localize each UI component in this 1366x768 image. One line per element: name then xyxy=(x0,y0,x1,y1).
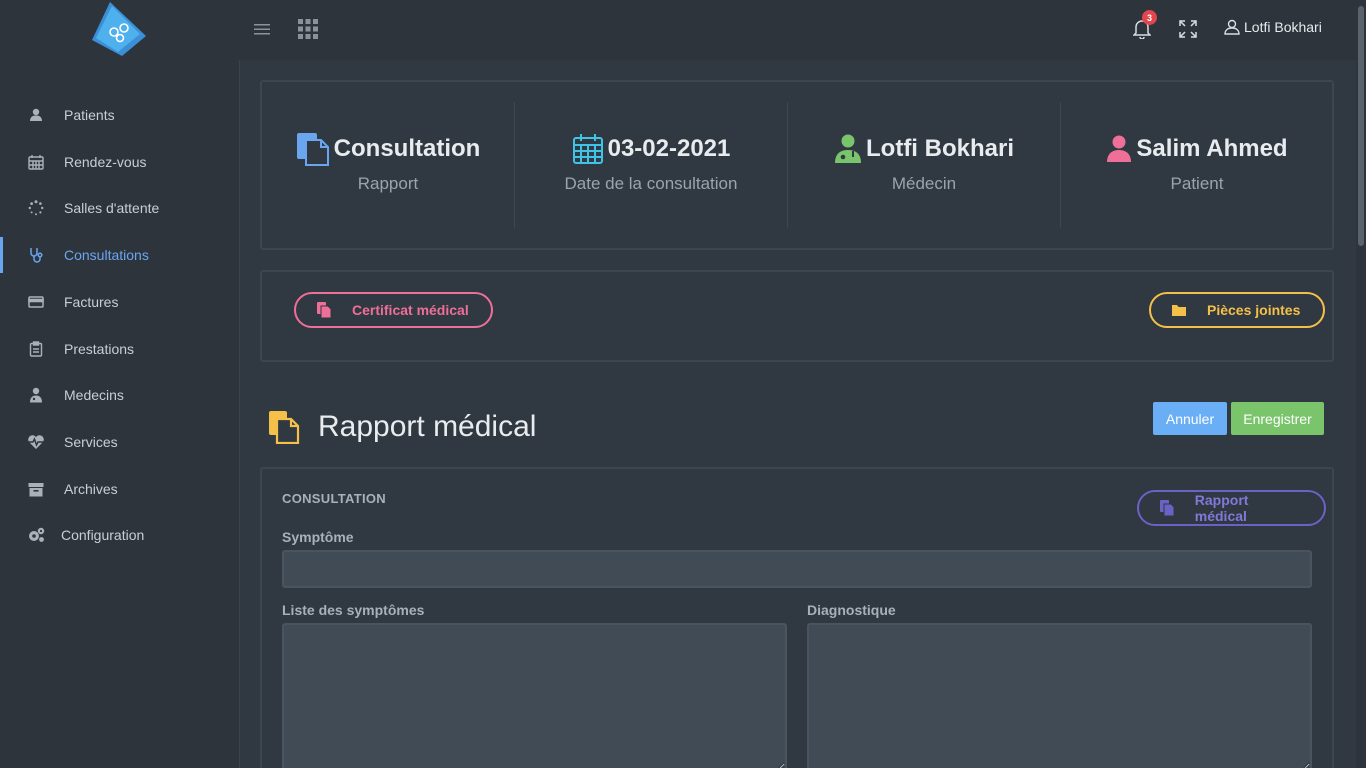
notification-count-badge: 3 xyxy=(1142,10,1157,25)
divider xyxy=(1332,102,1333,228)
sidebar-item-factures[interactable]: Factures xyxy=(0,284,239,320)
file-copy-icon xyxy=(296,133,329,166)
attachments-label: Pièces jointes xyxy=(1207,302,1301,318)
sidebar-item-label: Salles d'attente xyxy=(64,200,160,216)
notifications-bell-icon[interactable]: 3 xyxy=(1127,10,1157,44)
sidebar: Patients Rendez-vous Salles d'attente Co… xyxy=(0,60,240,768)
page-title: Rapport médical xyxy=(268,410,536,444)
medical-certificate-label: Certificat médical xyxy=(352,302,469,318)
cancel-button[interactable]: Annuler xyxy=(1153,402,1227,435)
doctor-name-value: Lotfi Bokhari xyxy=(866,135,1014,162)
form-section-title: CONSULTATION xyxy=(282,491,386,506)
consultation-date-value: 03-02-2021 xyxy=(607,135,731,162)
folder-icon xyxy=(1151,294,1207,326)
summary-date: 03-02-2021 Date de la consultation xyxy=(515,102,787,228)
consultation-date-label: Date de la consultation xyxy=(564,174,738,193)
file-copy-icon xyxy=(269,411,300,444)
consultation-summary-card: Consultation Rapport 03-02-2021 Date de … xyxy=(260,80,1334,250)
consultation-form: CONSULTATION Rapport médical Symptôme Li… xyxy=(260,467,1334,768)
calendar-icon xyxy=(572,134,603,164)
sidebar-item-label: Rendez-vous xyxy=(64,154,147,170)
doctor-label: Médecin xyxy=(891,174,957,193)
sidebar-item-rendez-vous[interactable]: Rendez-vous xyxy=(0,144,239,180)
symptom-list-label: Liste des symptômes xyxy=(282,602,425,618)
fullscreen-icon[interactable] xyxy=(1173,14,1203,44)
sidebar-item-services[interactable]: Services xyxy=(0,424,239,460)
heartbeat-icon xyxy=(26,432,46,452)
cogs-icon xyxy=(26,525,46,545)
sidebar-item-medecins[interactable]: Medecins xyxy=(0,377,239,413)
sidebar-item-label: Consultations xyxy=(64,247,149,263)
symptom-input[interactable] xyxy=(282,550,1312,588)
patient-name-value: Salim Ahmed xyxy=(1136,135,1288,162)
page-title-text: Rapport médical xyxy=(318,410,537,443)
credit-card-icon xyxy=(26,292,46,312)
user-menu[interactable]: Lotfi Bokhari xyxy=(1224,19,1322,35)
spinner-icon xyxy=(26,198,46,218)
medical-report-button[interactable]: Rapport médical xyxy=(1137,490,1326,526)
archive-icon xyxy=(26,479,46,499)
top-bar: 3 Lotfi Bokhari xyxy=(0,0,1366,60)
sidebar-item-label: Medecins xyxy=(64,387,124,403)
sidebar-item-patients[interactable]: Patients xyxy=(0,97,239,133)
patient-label: Patient xyxy=(1170,174,1224,193)
sidebar-item-label: Services xyxy=(64,434,118,450)
report-type-value: Consultation xyxy=(333,135,481,162)
file-copy-icon xyxy=(1139,492,1195,524)
symptom-list-textarea[interactable] xyxy=(282,623,787,768)
summary-patient: Salim Ahmed Patient xyxy=(1061,102,1333,228)
report-type-label: Rapport xyxy=(357,174,419,193)
file-copy-icon xyxy=(296,294,352,326)
user-name: Lotfi Bokhari xyxy=(1244,19,1322,35)
sidebar-item-prestations[interactable]: Prestations xyxy=(0,331,239,367)
sidebar-item-configuration[interactable]: Configuration xyxy=(0,517,239,553)
calendar-icon xyxy=(26,152,46,172)
sidebar-item-label: Factures xyxy=(64,294,119,310)
scrollbar[interactable] xyxy=(1356,0,1366,768)
user-icon xyxy=(1224,19,1240,35)
sidebar-item-salles-attente[interactable]: Salles d'attente xyxy=(0,190,239,226)
doctor-icon xyxy=(835,134,861,163)
doctor-icon xyxy=(26,385,46,405)
medical-certificate-button[interactable]: Certificat médical xyxy=(294,292,493,328)
user-icon xyxy=(1107,135,1132,162)
summary-doctor: Lotfi Bokhari Médecin xyxy=(788,102,1060,228)
scrollbar-thumb[interactable] xyxy=(1358,6,1364,246)
diagnosis-label: Diagnostique xyxy=(807,602,896,618)
user-icon xyxy=(26,105,46,125)
medical-report-label: Rapport médical xyxy=(1194,492,1249,524)
summary-report: Consultation Rapport xyxy=(262,102,514,228)
stethoscope-icon xyxy=(26,245,46,265)
sidebar-item-consultations[interactable]: Consultations xyxy=(0,237,239,273)
sidebar-item-archives[interactable]: Archives xyxy=(0,471,239,507)
app-logo[interactable] xyxy=(90,0,150,58)
clipboard-icon xyxy=(26,339,46,359)
sidebar-item-label: Archives xyxy=(64,481,118,497)
apps-grid-icon[interactable] xyxy=(293,14,323,44)
save-button[interactable]: Enregistrer xyxy=(1231,402,1324,435)
sidebar-item-label: Configuration xyxy=(61,527,145,543)
actions-card: Certificat médical Pièces jointes xyxy=(260,270,1334,362)
sidebar-item-label: Patients xyxy=(64,107,115,123)
diagnosis-textarea[interactable] xyxy=(807,623,1312,768)
hamburger-menu-icon[interactable] xyxy=(247,14,277,44)
sidebar-item-label: Prestations xyxy=(64,341,135,357)
attachments-button[interactable]: Pièces jointes xyxy=(1149,292,1325,328)
symptom-label: Symptôme xyxy=(282,529,354,545)
